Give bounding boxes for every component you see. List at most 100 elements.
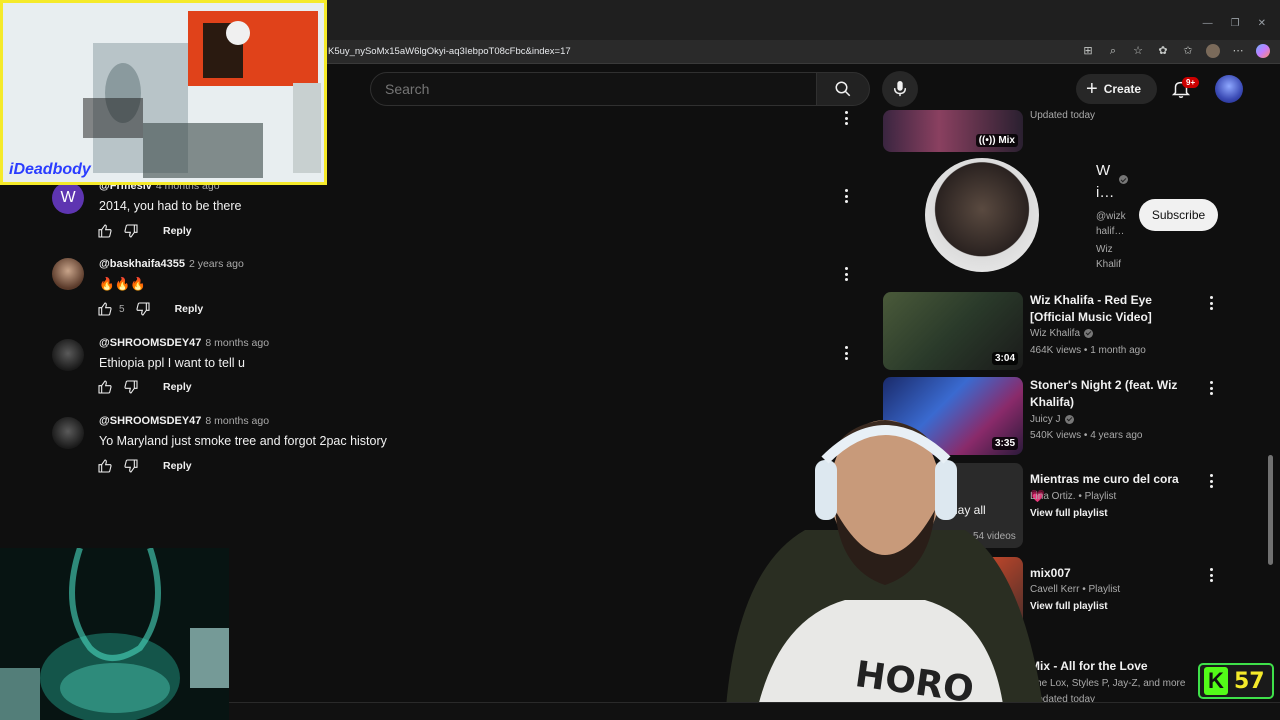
zoom-icon[interactable]: ⌕ <box>1106 44 1120 58</box>
search-input[interactable] <box>371 73 816 105</box>
extension-icon[interactable]: ✿ <box>1156 44 1170 58</box>
channel-avatar[interactable] <box>925 158 1039 272</box>
streamer-image: HORO <box>725 420 1045 720</box>
copilot-icon[interactable] <box>1256 44 1270 58</box>
comment-time: 8 months ago <box>205 415 270 427</box>
reply-button[interactable]: Reply <box>163 460 192 472</box>
video-menu-icon[interactable] <box>1205 295 1217 311</box>
mix-artists: The Lox, Styles P, Jay-Z, and more <box>1030 678 1186 689</box>
scrollbar-thumb[interactable] <box>1268 455 1273 565</box>
video-stats: 540K views • 4 years ago <box>1030 430 1143 441</box>
search-icon <box>835 81 851 97</box>
account-avatar[interactable] <box>1215 75 1243 103</box>
like-icon[interactable] <box>97 379 113 395</box>
comment-actions: Reply <box>97 222 192 240</box>
verified-icon <box>1064 414 1074 424</box>
microphone-icon <box>893 81 907 97</box>
maximize-button[interactable]: ❐ <box>1231 18 1240 29</box>
channel-subname: Wiz Khalif <box>1096 244 1122 270</box>
avatar[interactable] <box>52 258 84 290</box>
dislike-icon[interactable] <box>135 301 151 317</box>
comment-menu-icon[interactable] <box>840 345 852 361</box>
playlist-menu-icon[interactable] <box>1205 473 1217 489</box>
comment-text: Ethiopia ppl I want to tell u <box>99 356 245 370</box>
reply-button[interactable]: Reply <box>163 381 192 393</box>
reply-button[interactable]: Reply <box>163 225 192 237</box>
video-title[interactable]: Wiz Khalifa - Red Eye [Official Music Vi… <box>1030 292 1190 326</box>
like-icon[interactable] <box>97 301 113 317</box>
video-thumbnail[interactable]: 3:04 <box>883 292 1023 370</box>
playlist-title[interactable]: mix007 <box>1030 565 1190 582</box>
subscribe-button[interactable]: Subscribe <box>1139 199 1218 231</box>
mix-badge: ((•)) Mix <box>975 134 1018 147</box>
avatar[interactable]: W <box>52 182 84 214</box>
bottom-bar <box>229 702 1280 720</box>
comment: @baskhaifa4355 2 years ago 🔥🔥🔥 5 Reply <box>52 258 862 320</box>
favorite-star-icon[interactable]: ☆ <box>1131 44 1145 58</box>
apps-icon[interactable]: ⊞ <box>1081 44 1095 58</box>
viewer-count-badge: K 57 <box>1198 663 1274 699</box>
comment-time: 8 months ago <box>205 337 270 349</box>
mix-thumbnail[interactable]: ((•)) Mix <box>883 110 1023 152</box>
video-menu-icon[interactable] <box>1205 380 1217 396</box>
comment-text: 🔥🔥🔥 <box>99 277 146 291</box>
comment-menu-icon[interactable] <box>840 188 852 204</box>
streamer-tag: iDeadbody <box>9 161 91 178</box>
comment-author[interactable]: @baskhaifa4355 2 years ago <box>99 258 244 270</box>
search-button[interactable] <box>816 72 870 106</box>
author-handle: @SHROOMSDEY47 <box>99 415 202 427</box>
verified-icon <box>1119 175 1128 184</box>
kick-logo-icon: K <box>1204 667 1228 695</box>
voice-search-button[interactable] <box>882 71 918 107</box>
video-channel[interactable]: Wiz Khalifa <box>1030 328 1094 339</box>
dislike-icon[interactable] <box>123 458 139 474</box>
comment-author[interactable]: @SHROOMSDEY47 8 months ago <box>99 337 269 349</box>
video-duration: 3:04 <box>991 352 1018 365</box>
comment-actions: 5 Reply <box>97 300 203 318</box>
minimize-button[interactable]: — <box>1203 18 1213 29</box>
address-bar-icons: ⊞ ⌕ ☆ ✿ ✩ ⋯ <box>1081 44 1270 58</box>
author-handle: @baskhaifa4355 <box>99 258 185 270</box>
plus-icon: + <box>1086 78 1098 100</box>
comment: @SHROOMSDEY47 8 months ago Ethiopia ppl I… <box>52 337 862 397</box>
webcam-overlay-bottom <box>0 548 229 720</box>
comment: W @Frmesiv 4 months ago 2014, you had to … <box>52 180 862 240</box>
avatar[interactable] <box>52 417 84 449</box>
notification-count-badge: 9+ <box>1182 77 1200 88</box>
comment-menu-icon[interactable] <box>840 110 852 126</box>
video-meta: Updated today <box>1030 110 1096 121</box>
avatar[interactable] <box>52 339 84 371</box>
scrollbar[interactable] <box>1266 70 1274 700</box>
like-icon[interactable] <box>97 458 113 474</box>
streamer-webcam: HORO <box>715 400 1045 720</box>
close-window-button[interactable]: ✕ <box>1258 18 1266 29</box>
video-stats: 464K views • 1 month ago <box>1030 345 1146 356</box>
like-icon[interactable] <box>97 223 113 239</box>
comment-author[interactable]: @SHROOMSDEY47 8 months ago <box>99 415 269 427</box>
comment-text: 2014, you had to be there <box>99 199 242 213</box>
dislike-icon[interactable] <box>123 379 139 395</box>
video-title[interactable]: Stoner's Night 2 (feat. Wiz Khalifa) <box>1030 377 1190 411</box>
window-controls: — ❐ ✕ <box>1203 18 1266 29</box>
channel-handle: @wizk halif… <box>1096 211 1126 237</box>
dislike-icon[interactable] <box>123 223 139 239</box>
author-handle: @SHROOMSDEY47 <box>99 337 202 349</box>
mix-title[interactable]: Mix - All for the Love <box>1030 658 1190 675</box>
reply-button[interactable]: Reply <box>175 303 204 315</box>
webcam-feed-image <box>3 3 324 182</box>
create-label: Create <box>1103 82 1142 96</box>
more-menu-icon[interactable]: ⋯ <box>1231 44 1245 58</box>
profile-avatar[interactable] <box>1206 44 1220 58</box>
webcam-overlay-top: iDeadbody <box>0 0 327 185</box>
favorites-icon[interactable]: ✩ <box>1181 44 1195 58</box>
search-box[interactable] <box>370 72 817 106</box>
viewer-count: 57 <box>1234 668 1265 694</box>
verified-icon <box>1084 328 1094 338</box>
comment-time: 2 years ago <box>188 258 244 270</box>
playlist-menu-icon[interactable] <box>1205 567 1217 583</box>
comment-menu-icon[interactable] <box>840 266 852 282</box>
url-text[interactable]: K5uy_nySoMx15aW6lgOkyi-aq3IebpoT08cFbc&i… <box>328 46 571 57</box>
create-button[interactable]: + Create <box>1076 74 1157 104</box>
comment-actions: Reply <box>97 457 192 475</box>
video-channel-name: Wiz Khalifa <box>1030 328 1081 339</box>
